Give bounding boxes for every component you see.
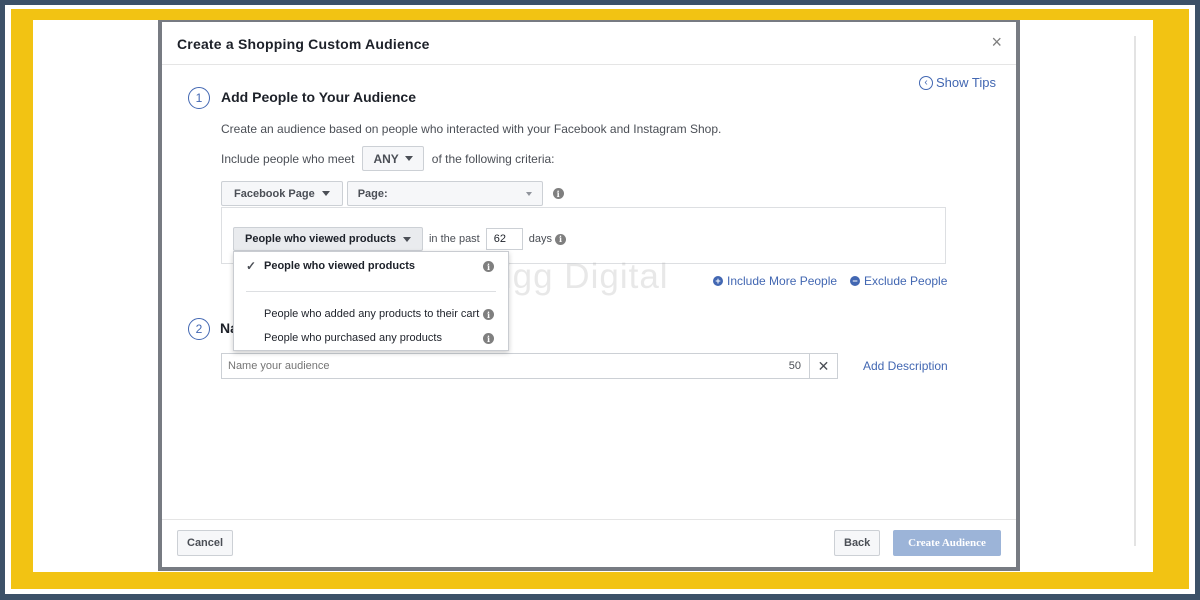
exclude-people-link[interactable]: − Exclude People [850, 274, 947, 288]
close-icon[interactable]: × [991, 32, 1002, 53]
include-more-people-link[interactable]: + Include More People [713, 274, 837, 288]
caret-down-icon [321, 191, 330, 196]
back-button[interactable]: Back [834, 530, 881, 556]
minus-circle-icon: − [850, 276, 860, 286]
criteria-suffix: of the following criteria: [431, 151, 555, 166]
dropdown-item-added-to-cart[interactable]: People who added any products to their c… [234, 303, 508, 325]
criteria-row: Include people who meet ANY of the follo… [221, 146, 555, 171]
days-label: days [528, 233, 552, 245]
info-icon[interactable]: i [555, 233, 566, 245]
event-dropdown-menu: ✓ People who viewed products i People wh… [233, 251, 509, 351]
caret-down-icon [404, 156, 413, 161]
exclude-label: Exclude People [864, 274, 948, 288]
step-1-description: Create an audience based on people who i… [221, 122, 722, 136]
page-select[interactable]: Page: [346, 181, 543, 206]
step-1-title: Add People to Your Audience [221, 89, 416, 105]
dialog-header: Create a Shopping Custom Audience × [162, 22, 1016, 65]
chevron-left-icon: ‹ [919, 75, 933, 90]
any-all-dropdown[interactable]: ANY [362, 146, 424, 171]
dialog-title: Create a Shopping Custom Audience [177, 36, 430, 52]
char-count: 50 [788, 360, 801, 372]
plus-circle-icon: + [713, 276, 723, 286]
page-select-label: Page: [357, 187, 388, 200]
dropdown-divider [246, 291, 496, 292]
create-audience-button[interactable]: Create Audience [893, 530, 1001, 556]
event-dropdown[interactable]: People who viewed products [233, 227, 423, 251]
source-row: Facebook Page Page: i [221, 181, 564, 206]
dropdown-item-label: People who purchased any products [264, 332, 442, 344]
cancel-button[interactable]: Cancel [177, 530, 234, 556]
in-the-past-label: in the past [428, 233, 480, 245]
audience-name-field[interactable]: 50 ✕ [221, 353, 838, 379]
dropdown-item-label: People who added any products to their c… [264, 308, 480, 320]
audience-name-input[interactable] [222, 360, 789, 372]
rule-row: People who viewed products in the past d… [233, 227, 566, 251]
add-description-link[interactable]: Add Description [863, 359, 948, 373]
info-icon[interactable]: i [483, 261, 494, 272]
info-icon[interactable]: i [552, 188, 564, 199]
caret-down-icon [525, 191, 532, 196]
event-label: People who viewed products [245, 233, 396, 245]
dropdown-item-label: People who viewed products [264, 260, 415, 272]
background-divider [1134, 36, 1136, 546]
show-tips-label: Show Tips [936, 75, 996, 90]
dialog-footer: Cancel Back Create Audience [162, 519, 1016, 567]
info-icon[interactable]: i [483, 309, 494, 320]
source-label: Facebook Page [234, 187, 315, 200]
custom-audience-dialog: Create a Shopping Custom Audience × ‹ Sh… [162, 22, 1016, 567]
checkmark-icon: ✓ [246, 259, 257, 273]
step-1-badge: 1 [188, 87, 210, 109]
info-icon[interactable]: i [483, 333, 494, 344]
dropdown-item-purchased[interactable]: People who purchased any products i [234, 327, 508, 349]
criteria-prefix: Include people who meet [221, 151, 355, 166]
dropdown-item-viewed[interactable]: ✓ People who viewed products i [234, 255, 508, 277]
include-more-label: Include More People [727, 274, 838, 288]
step-2-badge: 2 [188, 318, 210, 340]
show-tips-link[interactable]: ‹ Show Tips [919, 75, 996, 90]
any-all-label: ANY [373, 151, 399, 166]
clear-icon[interactable]: ✕ [809, 354, 837, 378]
source-dropdown[interactable]: Facebook Page [221, 181, 343, 206]
caret-down-icon [402, 236, 411, 242]
days-input[interactable] [485, 228, 523, 250]
